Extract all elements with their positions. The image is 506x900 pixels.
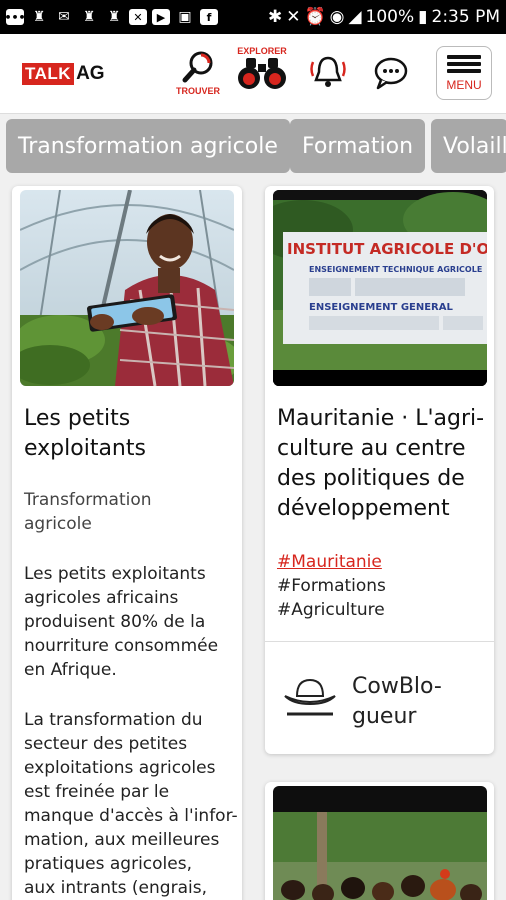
youtube-icon: ▶: [152, 9, 170, 25]
article-title[interactable]: Mauritanie · L'agri- culture au centre d…: [277, 404, 489, 524]
trouver-button[interactable]: TROUVER: [176, 50, 220, 96]
category-line: Transformation: [24, 490, 152, 510]
close-app-icon: ✕: [129, 9, 147, 25]
excerpt-line: aux intrants (engrais,: [24, 878, 207, 898]
explorer-label: EXPLORER: [237, 46, 287, 56]
author-name[interactable]: CowBlo- gueur: [352, 672, 482, 732]
hamburger-icon: [447, 54, 481, 59]
wifi-icon: ◉: [329, 7, 345, 27]
article-card-volaille[interactable]: [265, 782, 494, 900]
excerpt-line: La transformation du: [24, 710, 203, 730]
bell-icon: [310, 56, 346, 87]
article-excerpt-2: La transformation du secteur des petites…: [24, 708, 238, 900]
alarm-icon: ⏰: [304, 7, 326, 27]
article-tags: #Mauritanie #Formations #Agriculture: [277, 550, 487, 622]
mute-icon: ✕: [286, 7, 301, 27]
android-icon: ♜: [32, 9, 46, 25]
logo-talk: TALK: [22, 63, 75, 85]
clock: 2:35 PM: [431, 7, 501, 27]
title-line: Mauritanie · L'agri-: [277, 406, 485, 431]
category-line: agricole: [24, 514, 92, 534]
status-bar: ••• ♜ ✉ ♜ ♜ ✕ ▶ ▣ f ✱ ✕ ⏰ ◉ ◢ 100% ▮ 2:3…: [0, 0, 506, 34]
trouver-label: TROUVER: [176, 86, 221, 96]
bluetooth-icon: ✱: [267, 7, 283, 27]
hamburger-icon: [447, 61, 481, 66]
farmer-tablet-photo: [20, 190, 234, 386]
category-chips: Transformation agricole Formation Volail…: [0, 114, 506, 182]
android-icon: ♜: [82, 9, 96, 25]
excerpt-line: agricoles africains: [24, 588, 179, 608]
tag-mauritanie[interactable]: #Mauritanie: [277, 550, 487, 574]
talkag-logo[interactable]: TALK AG: [22, 63, 105, 85]
excerpt-line: mation, aux meilleures: [24, 830, 220, 850]
hamburger-icon: [447, 68, 481, 73]
title-line: culture au centre: [277, 436, 466, 461]
chip-transformation-agricole[interactable]: Transformation agricole: [6, 119, 290, 173]
mail-icon: ✉: [58, 9, 70, 25]
excerpt-line: exploitations agricoles: [24, 758, 216, 778]
article-image-farmer-tablet: [20, 190, 234, 386]
app-header: TALK AG TROUVER EXPLORER MENU: [0, 34, 506, 114]
sign-line: INSTITUT AGRICOLE D'OBAL: [287, 240, 487, 258]
author-line: gueur: [352, 704, 417, 729]
card-divider: [265, 641, 494, 642]
facebook-icon: f: [200, 9, 218, 25]
chat-notification-icon: •••: [4, 9, 26, 25]
author-line: CowBlo-: [352, 674, 442, 699]
notification-icons: ••• ♜ ✉ ♜ ♜ ✕ ▶ ▣ f: [4, 8, 218, 26]
institut-agricole-photo: INSTITUT AGRICOLE D'OBAL ENSEIGNEMENT TE…: [273, 190, 487, 386]
battery-percent: 100%: [365, 7, 415, 27]
sign-line: ENSEIGNEMENT GENERAL: [309, 302, 453, 313]
author-avatar[interactable]: [283, 674, 337, 718]
android-icon: ♜: [107, 9, 121, 25]
title-line: des politiques de: [277, 466, 465, 491]
excerpt-line: nourriture consommée: [24, 636, 219, 656]
battery-icon: ▮: [418, 7, 428, 27]
messages-button[interactable]: [373, 56, 409, 90]
excerpt-line: Les petits exploitants: [24, 564, 206, 584]
article-excerpt-1: Les petits exploitants agricoles africai…: [24, 562, 238, 682]
cowboy-hat-icon: [284, 678, 336, 716]
system-indicators: ✱ ✕ ⏰ ◉ ◢ 100% ▮ 2:35 PM: [268, 7, 500, 27]
article-image-institut-sign: INSTITUT AGRICOLE D'OBAL ENSEIGNEMENT TE…: [273, 190, 487, 386]
tag-agriculture[interactable]: #Agriculture: [277, 598, 487, 622]
tag-formations[interactable]: #Formations: [277, 574, 487, 598]
excerpt-line: produisent 80% de la: [24, 612, 206, 632]
excerpt-line: est freinée par le: [24, 782, 170, 802]
signal-icon: ◢: [348, 7, 362, 27]
chat-bubble-icon: [374, 57, 408, 90]
search-icon: [182, 51, 213, 83]
image-icon: ▣: [178, 9, 192, 25]
chip-volaille[interactable]: Volaill: [431, 119, 506, 173]
article-card-petits-exploitants[interactable]: Les petits exploitants Transformation ag…: [12, 186, 242, 900]
menu-button[interactable]: MENU: [436, 46, 492, 100]
title-line: exploitants: [24, 436, 146, 461]
sign-line: ENSEIGNEMENT TECHNIQUE AGRICOLE: [309, 265, 482, 274]
notifications-button[interactable]: [309, 54, 347, 90]
excerpt-line: pratiques agricoles,: [24, 854, 192, 874]
article-title[interactable]: Les petits exploitants: [24, 404, 234, 464]
chip-formation[interactable]: Formation: [290, 119, 426, 173]
chickens-photo: [273, 786, 487, 900]
article-category[interactable]: Transformation agricole: [24, 488, 234, 536]
menu-label: MENU: [446, 77, 482, 92]
title-line: Les petits: [24, 406, 131, 431]
title-line: développement: [277, 496, 450, 521]
excerpt-line: manque d'accès à l'infor-: [24, 806, 238, 826]
article-card-mauritanie[interactable]: INSTITUT AGRICOLE D'OBAL ENSEIGNEMENT TE…: [265, 186, 494, 754]
excerpt-line: en Afrique.: [24, 660, 117, 680]
explorer-button[interactable]: EXPLORER: [236, 46, 288, 90]
binoculars-icon: [238, 58, 286, 89]
article-image-chickens: [273, 786, 487, 900]
logo-ag: AG: [76, 63, 105, 84]
excerpt-line: secteur des petites: [24, 734, 188, 754]
